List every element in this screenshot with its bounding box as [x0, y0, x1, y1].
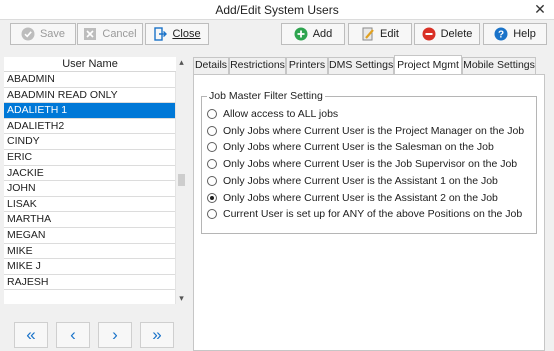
edit-document-icon [361, 27, 375, 41]
job-master-filter-group: Job Master Filter Setting Allow access t… [201, 90, 537, 234]
list-item[interactable]: JOHN [4, 181, 175, 197]
job-filter-option[interactable]: Only Jobs where Current User is the Sale… [207, 140, 494, 154]
help-label: Help [513, 28, 536, 40]
scroll-up-icon[interactable]: ▴ [176, 57, 187, 68]
check-circle-icon [21, 27, 35, 41]
radio-button[interactable] [207, 142, 217, 153]
cancel-button[interactable]: Cancel [77, 23, 143, 45]
edit-label: Edit [380, 28, 399, 40]
job-filter-option-label: Allow access to ALL jobs [223, 108, 339, 120]
user-name-column-header[interactable]: User Name [4, 57, 176, 72]
cancel-label: Cancel [102, 28, 137, 40]
list-item[interactable]: ABADMIN READ ONLY [4, 88, 175, 104]
list-item[interactable]: MEGAN [4, 228, 175, 244]
list-item[interactable]: LISAK [4, 197, 175, 213]
tab-restrictions[interactable]: Restrictions [229, 57, 286, 74]
tab-dms-settings[interactable]: DMS Settings [328, 57, 394, 74]
radio-button[interactable] [207, 109, 217, 119]
list-item[interactable]: CINDY [4, 134, 175, 150]
job-filter-option-label: Only Jobs where Current User is the Assi… [223, 174, 498, 187]
radio-button[interactable] [207, 209, 217, 220]
radio-button[interactable] [207, 175, 217, 186]
job-filter-option-label: Only Jobs where Current User is the Proj… [223, 124, 525, 137]
job-filter-option[interactable]: Allow access to ALL jobs [207, 107, 338, 121]
list-item[interactable]: ABADMIN [4, 72, 175, 88]
tab-details[interactable]: Details [193, 57, 229, 74]
list-item[interactable]: MIKE J [4, 259, 175, 275]
list-item[interactable]: MARTHA [4, 212, 175, 228]
tab-project-mgmt[interactable]: Project Mgmt [394, 55, 462, 75]
tab-mobile-settings[interactable]: Mobile Settings [462, 57, 536, 74]
last-record-button[interactable]: » [140, 322, 174, 348]
job-filter-option-label: Current User is set up for ANY of the ab… [223, 208, 523, 221]
job-filter-option[interactable]: Current User is set up for ANY of the ab… [207, 207, 522, 221]
first-record-button[interactable]: « [14, 322, 48, 348]
job-filter-option-label: Only Jobs where Current User is the Job … [223, 158, 518, 171]
job-filter-option[interactable]: Only Jobs where Current User is the Job … [207, 157, 517, 171]
save-label: Save [39, 28, 66, 40]
window-close-icon[interactable]: ✕ [532, 1, 548, 17]
record-navigation: « ‹ › » [4, 322, 186, 348]
edit-button[interactable]: Edit [348, 23, 412, 45]
job-filter-option[interactable]: Only Jobs where Current User is the Assi… [207, 191, 498, 205]
tab-printers[interactable]: Printers [286, 57, 328, 74]
x-box-icon [83, 27, 97, 41]
next-record-button[interactable]: › [98, 322, 132, 348]
radio-button[interactable] [207, 125, 217, 136]
job-master-filter-legend: Job Master Filter Setting [207, 90, 325, 102]
add-button[interactable]: Add [281, 23, 345, 45]
list-item[interactable]: JACKIE [4, 166, 175, 182]
list-item[interactable]: ADALIETH2 [4, 119, 175, 135]
list-item[interactable]: ERIC [4, 150, 175, 166]
scrollbar-thumb[interactable] [178, 174, 185, 186]
plus-circle-icon [294, 27, 308, 41]
radio-button[interactable] [207, 159, 217, 170]
exit-door-icon [153, 27, 168, 41]
help-button[interactable]: ? Help [483, 23, 547, 45]
job-filter-option-label: Only Jobs where Current User is the Sale… [223, 141, 494, 154]
window-title: Add/Edit System Users [215, 3, 339, 17]
scroll-down-icon[interactable]: ▾ [176, 293, 187, 304]
radio-button[interactable] [207, 192, 217, 203]
user-list-scrollbar[interactable]: ▴ ▾ [176, 57, 187, 304]
job-filter-option[interactable]: Only Jobs where Current User is the Assi… [207, 174, 498, 188]
project-mgmt-panel: Job Master Filter Setting Allow access t… [193, 74, 545, 351]
list-item[interactable]: ADALIETH 1 [4, 103, 175, 119]
list-item[interactable]: MIKE [4, 244, 175, 260]
job-filter-option[interactable]: Only Jobs where Current User is the Proj… [207, 124, 524, 138]
svg-text:?: ? [498, 30, 504, 41]
list-item[interactable]: RAJESH [4, 275, 175, 291]
minus-circle-icon [422, 27, 436, 41]
close-label: Close [172, 28, 201, 40]
add-label: Add [312, 28, 333, 40]
delete-label: Delete [440, 28, 473, 40]
delete-button[interactable]: Delete [414, 23, 480, 45]
save-button[interactable]: Save [10, 23, 76, 45]
title-bar: Add/Edit System Users ✕ [0, 0, 554, 20]
close-button[interactable]: Close [145, 23, 209, 45]
previous-record-button[interactable]: ‹ [56, 322, 90, 348]
user-list[interactable]: ABADMIN ABADMIN READ ONLY ADALIETH 1 ADALIE… [4, 72, 176, 304]
question-circle-icon: ? [494, 27, 508, 41]
job-filter-option-label: Only Jobs where Current User is the Assi… [223, 191, 498, 204]
